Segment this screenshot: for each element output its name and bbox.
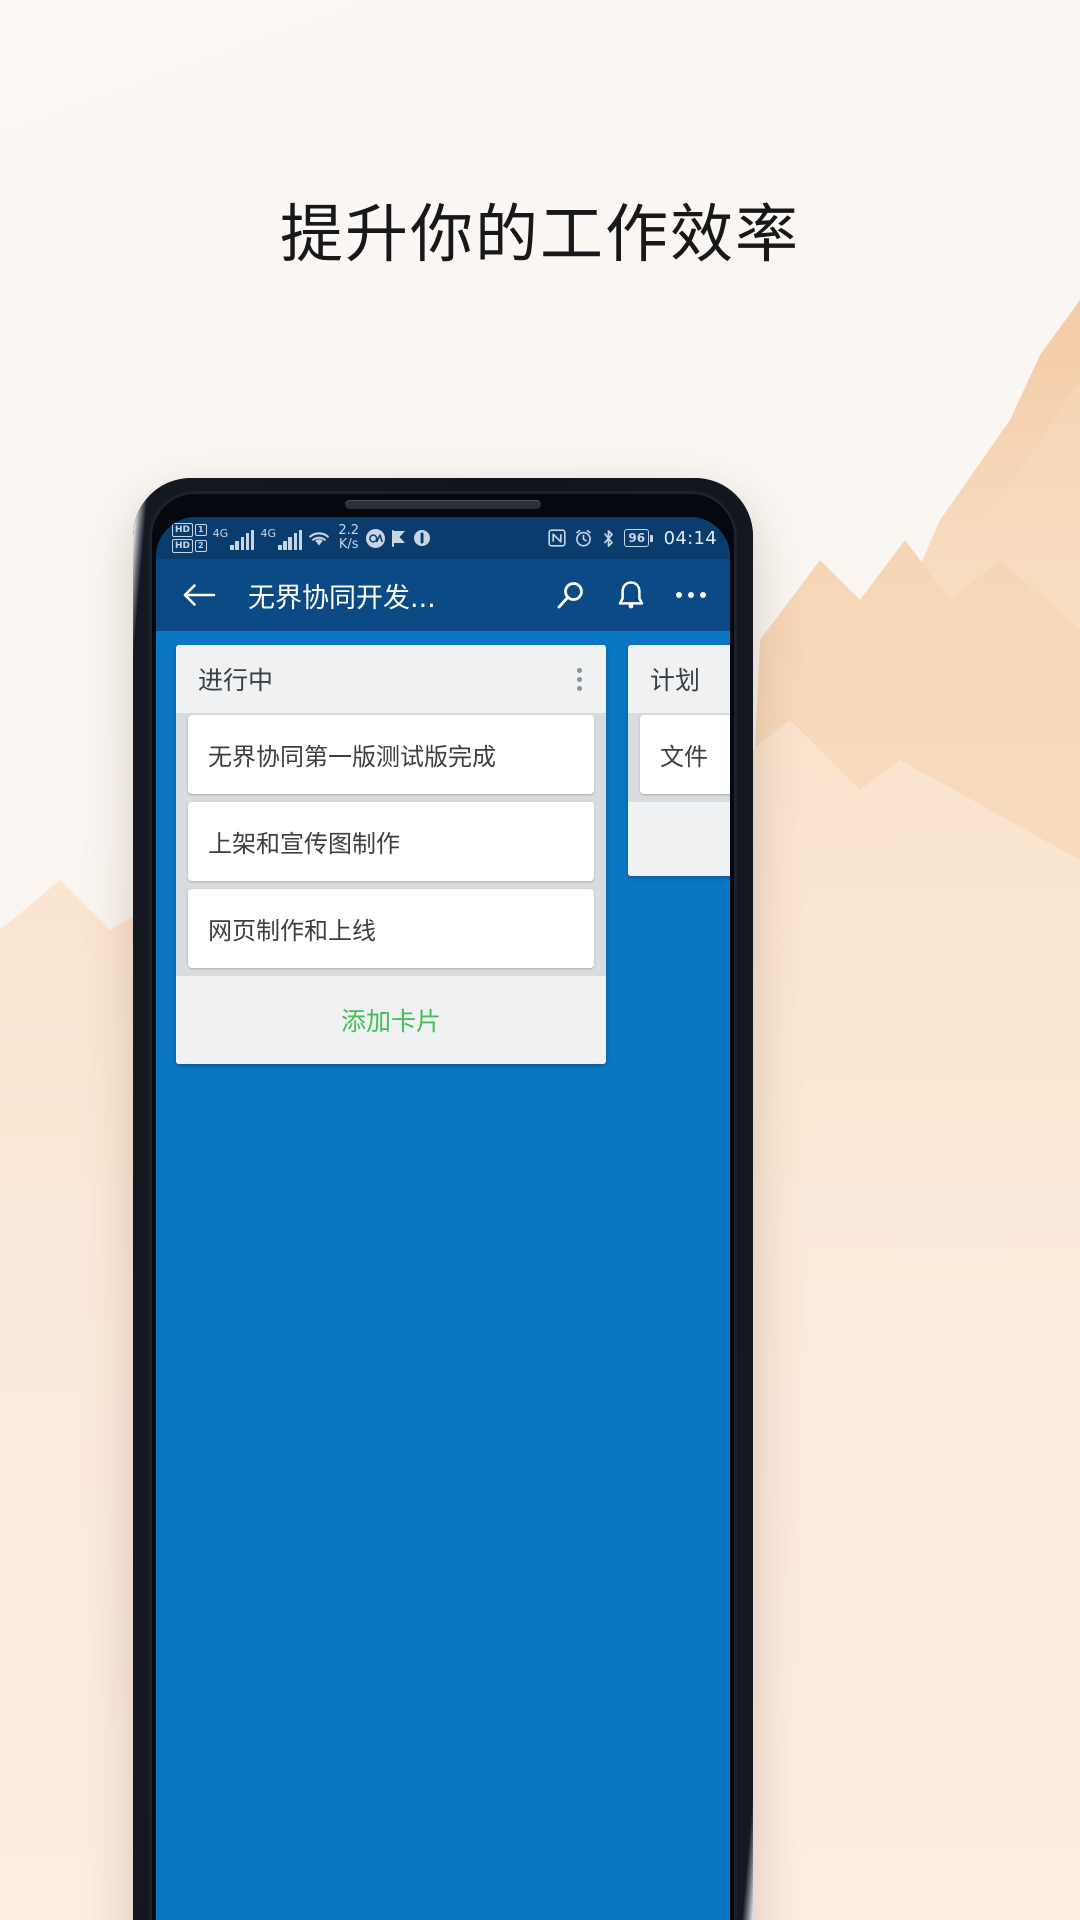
promo-page: 提升你的工作效率 HD 1 HD 2 4G 4G 2.2 K/s 96 04:1… <box>0 0 1080 1920</box>
phone-bezel: HD 1 HD 2 4G 4G 2.2 K/s 96 04:14 无界协同开发.… <box>149 491 737 1920</box>
volte-hd-indicators: HD 1 HD 2 <box>172 523 207 553</box>
network-type-sim1: 4G <box>212 526 229 540</box>
more-horizontal-icon[interactable] <box>668 572 714 618</box>
card-list: 无界协同第一版测试版完成 上架和宣传图制作 网页制作和上线 <box>176 713 606 976</box>
signal-sim2-group: 4G <box>260 526 303 550</box>
vpn-key-icon <box>413 528 431 548</box>
board-card[interactable]: 上架和宣传图制作 <box>188 802 594 881</box>
wifi-icon <box>307 528 331 548</box>
volte-sim1-row: HD 1 <box>172 523 207 537</box>
list-header: 计划 <box>628 645 730 713</box>
volte-sim2-row: HD 2 <box>172 539 207 553</box>
bluetooth-icon <box>601 529 616 548</box>
sim1-badge: 1 <box>195 524 207 536</box>
nfc-icon <box>548 529 567 547</box>
network-speed-value: 2.2 <box>338 523 360 539</box>
list-column-in-progress[interactable]: 进行中 无界协同第一版测试版完成 上架和宣传图制作 网页制作和上线 添加卡片 <box>176 645 606 1064</box>
status-bar-clock: 04:14 <box>663 527 717 549</box>
sim2-badge: 2 <box>195 540 207 552</box>
signal-sim1-group: 4G <box>213 527 255 550</box>
signal-bars-sim2-icon <box>278 529 303 550</box>
battery-level-label: 96 <box>624 529 650 547</box>
kanban-board[interactable]: 进行中 无界协同第一版测试版完成 上架和宣传图制作 网页制作和上线 添加卡片 计… <box>156 631 730 1920</box>
more-vertical-icon[interactable] <box>571 662 588 697</box>
phone-screen: HD 1 HD 2 4G 4G 2.2 K/s 96 04:14 无界协同开发.… <box>156 517 730 1920</box>
overflow-dots <box>676 592 706 598</box>
hd-badge-sim1: HD <box>172 523 194 537</box>
list-header: 进行中 <box>176 645 606 713</box>
battery-cap-icon <box>650 534 653 542</box>
app-bar-title: 无界协同开发... <box>248 582 436 614</box>
network-type-sim2: 4G <box>260 526 276 540</box>
bell-icon[interactable] <box>608 572 654 618</box>
status-bar-left-icons: HD 1 HD 2 4G 4G 2.2 K/s <box>172 523 548 553</box>
list-title: 计划 <box>650 666 701 695</box>
add-card-button[interactable] <box>628 802 730 876</box>
status-bar: HD 1 HD 2 4G 4G 2.2 K/s 96 04:14 <box>156 517 730 559</box>
battery-indicator: 96 <box>624 529 653 547</box>
alarm-clock-icon <box>574 529 593 548</box>
play-flag-icon <box>390 528 408 548</box>
promo-headline: 提升你的工作效率 <box>280 198 800 271</box>
phone-mockup: HD 1 HD 2 4G 4G 2.2 K/s 96 04:14 无界协同开发.… <box>133 478 753 1920</box>
board-card[interactable]: 文件 <box>640 715 730 794</box>
card-list: 文件 <box>628 713 730 802</box>
earpiece-speaker <box>345 500 541 509</box>
status-bar-right-icons: 96 04:14 <box>548 528 717 549</box>
back-arrow-icon[interactable] <box>176 572 222 618</box>
network-speed-indicator: 2.2 K/s <box>338 524 359 551</box>
network-speed-unit: K/s <box>338 537 359 552</box>
signal-bars-sim1-icon <box>230 529 255 550</box>
board-card[interactable]: 无界协同第一版测试版完成 <box>188 715 594 794</box>
search-icon[interactable] <box>548 572 594 618</box>
hd-badge-sim2: HD <box>172 539 194 553</box>
board-card[interactable]: 网页制作和上线 <box>188 889 594 968</box>
app-bar: 无界协同开发... <box>156 559 730 631</box>
add-card-button[interactable]: 添加卡片 <box>176 976 606 1064</box>
list-column-planned[interactable]: 计划 文件 <box>628 645 730 876</box>
list-title: 进行中 <box>198 666 274 695</box>
oa-app-icon <box>366 528 386 548</box>
